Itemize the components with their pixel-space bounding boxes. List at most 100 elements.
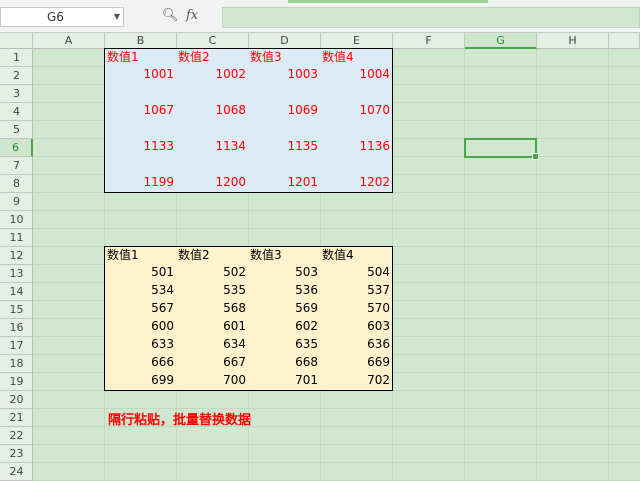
table2-cell[interactable]: 601 xyxy=(176,318,249,337)
table2-cell[interactable]: 535 xyxy=(176,282,249,301)
table1-cell[interactable]: 1004 xyxy=(320,66,393,85)
column-header-f[interactable]: F xyxy=(393,33,465,49)
row-header-23[interactable]: 23 xyxy=(0,445,33,463)
table1-cell[interactable]: 1200 xyxy=(176,174,249,193)
chevron-down-icon[interactable]: ▼ xyxy=(114,8,120,26)
table2-cell[interactable]: 534 xyxy=(104,282,177,301)
table1-header-cell[interactable]: 数值2 xyxy=(176,48,249,67)
table1-cell[interactable]: 1199 xyxy=(104,174,177,193)
table2-cell[interactable]: 600 xyxy=(104,318,177,337)
table2-cell[interactable]: 635 xyxy=(248,336,321,355)
table1-cell[interactable]: 1068 xyxy=(176,102,249,121)
row-header-15[interactable]: 15 xyxy=(0,301,33,319)
column-header-h[interactable]: H xyxy=(537,33,609,49)
table2-cell[interactable]: 503 xyxy=(248,264,321,283)
row-header-7[interactable]: 7 xyxy=(0,157,33,175)
table2-cell[interactable]: 668 xyxy=(248,354,321,373)
row-header-21[interactable]: 21 xyxy=(0,409,33,427)
table2-cell[interactable]: 567 xyxy=(104,300,177,319)
column-header-e[interactable]: E xyxy=(321,33,393,49)
column-header-partial[interactable] xyxy=(609,33,640,49)
table2-cell[interactable]: 536 xyxy=(248,282,321,301)
row-header-6[interactable]: 6 xyxy=(0,139,33,157)
row-header-5[interactable]: 5 xyxy=(0,121,33,139)
table1-header-cell[interactable]: 数值3 xyxy=(248,48,321,67)
table1-cell[interactable]: 1067 xyxy=(104,102,177,121)
row-header-1[interactable]: 1 xyxy=(0,49,33,67)
table1-cell[interactable] xyxy=(176,120,249,139)
row-header-19[interactable]: 19 xyxy=(0,373,33,391)
row-header-18[interactable]: 18 xyxy=(0,355,33,373)
column-header-b[interactable]: B xyxy=(105,33,177,49)
row-header-20[interactable]: 20 xyxy=(0,391,33,409)
table1-header-cell[interactable]: 数值4 xyxy=(320,48,393,67)
row-header-17[interactable]: 17 xyxy=(0,337,33,355)
row-header-4[interactable]: 4 xyxy=(0,103,33,121)
column-header-g[interactable]: G xyxy=(465,33,537,49)
table2-cell[interactable]: 699 xyxy=(104,372,177,391)
row-header-24[interactable]: 24 xyxy=(0,463,33,481)
table2-cell[interactable]: 602 xyxy=(248,318,321,337)
table1-cell[interactable]: 1135 xyxy=(248,138,321,157)
column-header-d[interactable]: D xyxy=(249,33,321,49)
table1-cell[interactable]: 1003 xyxy=(248,66,321,85)
row-header-11[interactable]: 11 xyxy=(0,229,33,247)
table2-cell[interactable]: 702 xyxy=(320,372,393,391)
table1-cell[interactable]: 1136 xyxy=(320,138,393,157)
table1-cell[interactable]: 1069 xyxy=(248,102,321,121)
table1-cell[interactable]: 1202 xyxy=(320,174,393,193)
table2-cell[interactable]: 700 xyxy=(176,372,249,391)
table1-cell[interactable] xyxy=(320,84,393,103)
table2-cell[interactable]: 570 xyxy=(320,300,393,319)
table1-cell[interactable] xyxy=(248,156,321,175)
row-header-12[interactable]: 12 xyxy=(0,247,33,265)
table2-header-cell[interactable]: 数值1 xyxy=(104,246,177,265)
function-icon[interactable]: fx xyxy=(186,8,206,24)
row-header-10[interactable]: 10 xyxy=(0,211,33,229)
table2-header-cell[interactable]: 数值3 xyxy=(248,246,321,265)
table1-cell[interactable]: 1133 xyxy=(104,138,177,157)
row-header-8[interactable]: 8 xyxy=(0,175,33,193)
table2-cell[interactable]: 666 xyxy=(104,354,177,373)
table2-cell[interactable]: 634 xyxy=(176,336,249,355)
zoom-icon[interactable]: 🔍︎ xyxy=(162,8,179,24)
table1-cell[interactable] xyxy=(248,84,321,103)
row-header-22[interactable]: 22 xyxy=(0,427,33,445)
table2-cell[interactable]: 701 xyxy=(248,372,321,391)
row-header-14[interactable]: 14 xyxy=(0,283,33,301)
column-header-a[interactable]: A xyxy=(33,33,105,49)
table1-cell[interactable]: 1134 xyxy=(176,138,249,157)
fill-handle[interactable] xyxy=(532,153,539,160)
table1-cell[interactable] xyxy=(104,120,177,139)
table1-cell[interactable] xyxy=(176,156,249,175)
table2-cell[interactable]: 603 xyxy=(320,318,393,337)
table1-cell[interactable] xyxy=(176,84,249,103)
table2-header-cell[interactable]: 数值4 xyxy=(320,246,393,265)
table1-header-cell[interactable]: 数值1 xyxy=(104,48,177,67)
table1-cell[interactable]: 1002 xyxy=(176,66,249,85)
row-header-16[interactable]: 16 xyxy=(0,319,33,337)
table2-cell[interactable]: 537 xyxy=(320,282,393,301)
table1-cell[interactable]: 1070 xyxy=(320,102,393,121)
table1-cell[interactable] xyxy=(320,120,393,139)
table2-cell[interactable]: 636 xyxy=(320,336,393,355)
row-header-9[interactable]: 9 xyxy=(0,193,33,211)
table1-cell[interactable] xyxy=(104,84,177,103)
table2-cell[interactable]: 633 xyxy=(104,336,177,355)
table2-cell[interactable]: 568 xyxy=(176,300,249,319)
row-header-2[interactable]: 2 xyxy=(0,67,33,85)
select-all-corner[interactable] xyxy=(0,33,33,49)
table2-cell[interactable]: 569 xyxy=(248,300,321,319)
row-header-13[interactable]: 13 xyxy=(0,265,33,283)
table2-cell[interactable]: 502 xyxy=(176,264,249,283)
table2-cell[interactable]: 667 xyxy=(176,354,249,373)
table1-cell[interactable] xyxy=(248,120,321,139)
table1-cell[interactable]: 1201 xyxy=(248,174,321,193)
table2-cell[interactable]: 501 xyxy=(104,264,177,283)
table1-cell[interactable] xyxy=(104,156,177,175)
formula-input[interactable] xyxy=(222,7,640,28)
table1-cell[interactable] xyxy=(320,156,393,175)
table2-cell[interactable]: 669 xyxy=(320,354,393,373)
column-header-c[interactable]: C xyxy=(177,33,249,49)
name-box[interactable]: G6 ▼ xyxy=(0,7,124,27)
